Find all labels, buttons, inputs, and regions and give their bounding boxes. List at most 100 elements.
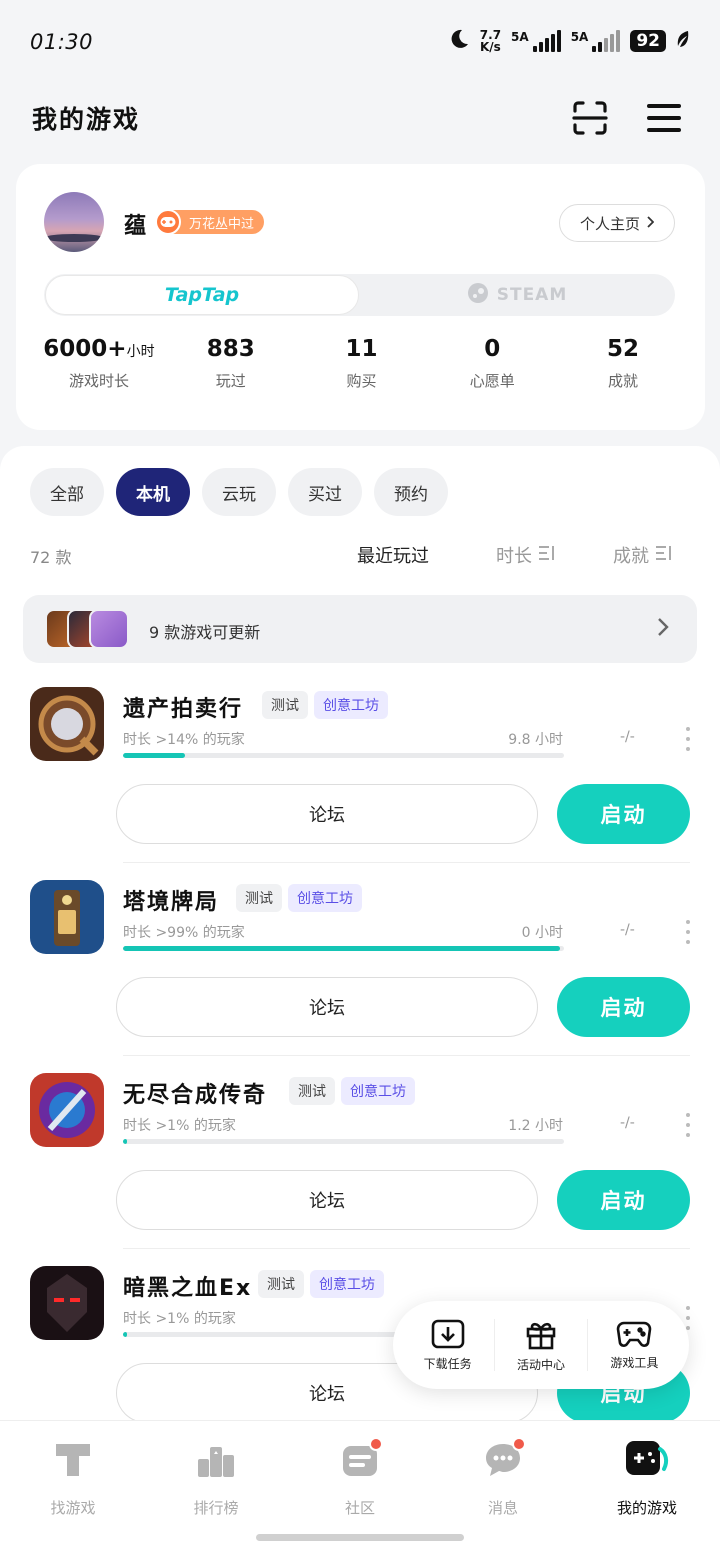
more-options-icon[interactable] (683, 1113, 693, 1137)
tab-cloud[interactable]: 云玩 (202, 468, 276, 516)
username: 蕴 (124, 214, 147, 239)
scan-icon (572, 101, 608, 135)
profile-home-button[interactable]: 个人主页 (559, 204, 675, 242)
playtime-hours: 9.8 小时 (508, 732, 563, 748)
tab-reserved[interactable]: 预约 (374, 468, 448, 516)
more-options-icon[interactable] (683, 727, 693, 751)
status-bar: 01:30 7.7 K/s 5A 5A 92 (0, 0, 720, 80)
nav-my-games[interactable]: 我的游戏 (592, 1437, 702, 1518)
notification-dot (369, 1437, 383, 1451)
badge-label: 万花丛中过 (189, 216, 255, 232)
tag-workshop[interactable]: 创意工坊 (314, 691, 388, 719)
sort-achievement[interactable]: 成就 (613, 542, 673, 568)
platform-taptap[interactable]: TapTap (45, 275, 359, 315)
sort-icon (538, 545, 556, 566)
tag-workshop[interactable]: 创意工坊 (310, 1270, 384, 1298)
update-text: 9 款游戏可更新 (149, 623, 261, 642)
playtime-rank: 时长 >14% 的玩家 (123, 732, 245, 748)
launch-button[interactable]: 启动 (557, 1170, 690, 1230)
more-options-icon[interactable] (683, 920, 693, 944)
game-row: 无尽合成传奇 测试 创意工坊 时长 >1% 的玩家 1.2 小时 -/- 论坛 … (0, 1073, 720, 1266)
title-badge[interactable]: 万花丛中过 (155, 209, 265, 235)
launch-button[interactable]: 启动 (557, 977, 690, 1037)
notification-dot (512, 1437, 526, 1451)
game-icon[interactable] (30, 1073, 104, 1147)
my-games-icon (624, 1437, 670, 1483)
sort-duration[interactable]: 时长 (496, 542, 556, 568)
game-icon[interactable] (30, 1266, 104, 1340)
stat-purchased[interactable]: 11 购买 (280, 336, 444, 391)
scan-button[interactable] (569, 98, 611, 138)
signal-icon: 5A (571, 30, 621, 52)
avatar[interactable] (44, 192, 104, 252)
platform-toggle: TapTap STEAM (44, 274, 675, 316)
tag-test: 测试 (262, 691, 308, 719)
floating-toolbar: 下载任务 活动中心 游戏工具 (393, 1301, 689, 1389)
menu-button[interactable] (643, 98, 685, 138)
game-name[interactable]: 遗产拍卖行 (123, 691, 243, 723)
tab-local[interactable]: 本机 (116, 468, 190, 516)
nav-messages[interactable]: 消息 (448, 1437, 558, 1518)
update-banner[interactable]: 9 款游戏可更新 (23, 595, 697, 663)
nav-community[interactable]: 社区 (305, 1437, 415, 1518)
tag-test: 测试 (258, 1270, 304, 1298)
status-indicators: 7.7 K/s 5A 5A 92 (448, 28, 690, 54)
events-center-button[interactable]: 活动中心 (498, 1318, 584, 1373)
forum-button[interactable]: 论坛 (116, 977, 538, 1037)
home-indicator[interactable] (256, 1534, 464, 1541)
game-tags: 测试 创意工坊 (262, 691, 388, 719)
page-title: 我的游戏 (32, 105, 141, 134)
playtime-bar (123, 1139, 564, 1144)
playtime-hours: 0 小时 (521, 925, 563, 941)
playtime-hours: 1.2 小时 (508, 1118, 563, 1134)
forum-button[interactable]: 论坛 (116, 1170, 538, 1230)
achievement-progress: -/- (620, 922, 635, 938)
launch-button[interactable]: 启动 (557, 784, 690, 844)
tag-workshop[interactable]: 创意工坊 (341, 1077, 415, 1105)
leaf-icon (676, 30, 690, 52)
playtime-bar (123, 946, 564, 951)
ranking-icon (193, 1437, 239, 1483)
stats-row: 6000+小时 游戏时长 883 玩过 11 购买 0 心愿单 52 成就 (16, 336, 705, 391)
chevron-right-icon (657, 617, 669, 641)
playtime-rank: 时长 >1% 的玩家 (123, 1311, 236, 1327)
stat-achievements[interactable]: 52 成就 (541, 336, 705, 391)
stat-playtime[interactable]: 6000+小时 游戏时长 (16, 336, 182, 391)
game-tools-button[interactable]: 游戏工具 (591, 1320, 677, 1371)
game-row: 遗产拍卖行 测试 创意工坊 时长 >14% 的玩家 9.8 小时 -/- 论坛 … (0, 687, 720, 880)
update-game-icons (45, 609, 129, 649)
platform-steam[interactable]: STEAM (359, 274, 675, 316)
battery-icon: 92 (630, 30, 666, 52)
moon-icon (448, 28, 470, 54)
tag-workshop[interactable]: 创意工坊 (288, 884, 362, 912)
achievement-progress: -/- (620, 729, 635, 745)
download-icon (431, 1319, 464, 1348)
game-name[interactable]: 无尽合成传奇 (123, 1077, 267, 1109)
tag-test: 测试 (236, 884, 282, 912)
gift-icon (526, 1322, 556, 1349)
sort-recent[interactable]: 最近玩过 (357, 542, 429, 568)
game-icon[interactable] (30, 880, 104, 954)
chevron-right-icon (646, 214, 655, 232)
divider (123, 1248, 690, 1249)
tab-all[interactable]: 全部 (30, 468, 104, 516)
stat-played[interactable]: 883 玩过 (182, 336, 280, 391)
taptap-icon (50, 1437, 96, 1483)
game-name[interactable]: 暗黑之血Ex (123, 1270, 252, 1302)
gamepad-icon (617, 1321, 652, 1347)
nav-rankings[interactable]: 排行榜 (161, 1437, 271, 1518)
stat-wishlist[interactable]: 0 心愿单 (443, 336, 541, 391)
bottom-nav: 找游戏 排行榜 社区 消息 我的游戏 (0, 1420, 720, 1553)
filter-tabs: 全部 本机 云玩 买过 预约 (30, 468, 448, 516)
game-icon[interactable] (30, 687, 104, 761)
game-row: 塔境牌局 测试 创意工坊 时长 >99% 的玩家 0 小时 -/- 论坛 启动 (0, 880, 720, 1073)
signal-icon: 5A (511, 30, 561, 52)
game-tags: 测试 创意工坊 (258, 1270, 384, 1298)
forum-button[interactable]: 论坛 (116, 784, 538, 844)
game-name[interactable]: 塔境牌局 (123, 884, 219, 916)
tab-purchased[interactable]: 买过 (288, 468, 362, 516)
profile-card: 蕴 万花丛中过 个人主页 TapTap STEAM 6000+小时 游戏时长 8… (16, 164, 705, 430)
nav-find-games[interactable]: 找游戏 (18, 1437, 128, 1518)
separator (493, 1319, 495, 1371)
download-tasks-button[interactable]: 下载任务 (405, 1319, 491, 1372)
